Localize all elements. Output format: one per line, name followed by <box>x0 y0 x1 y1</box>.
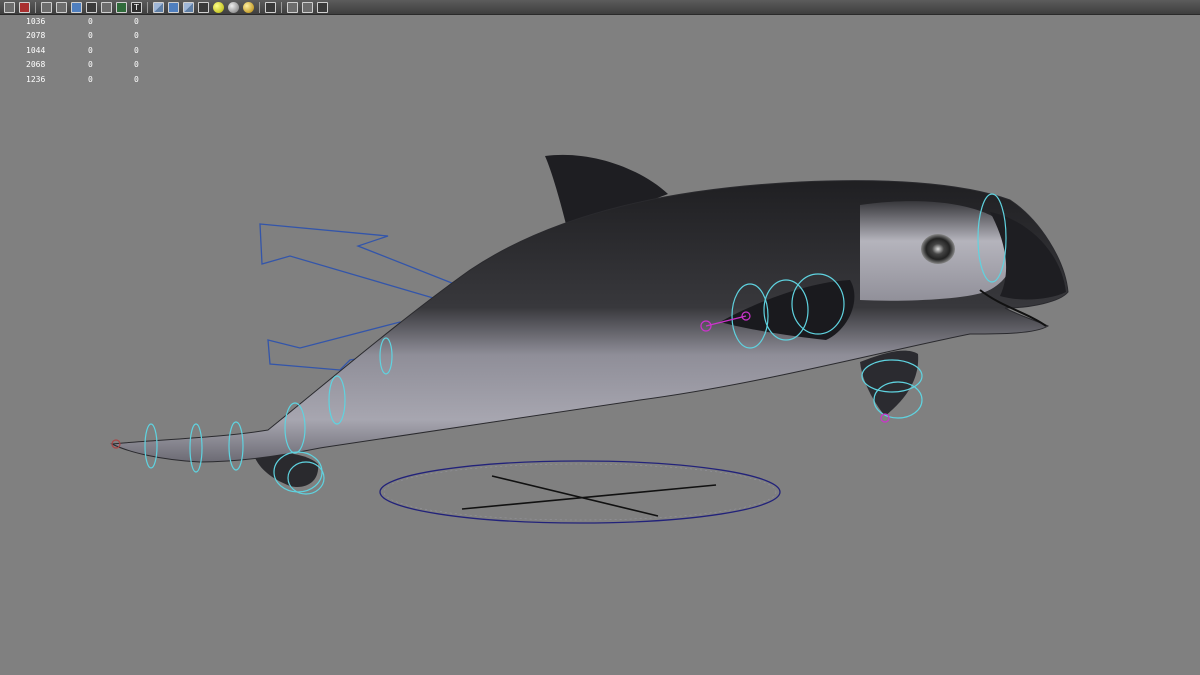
eye <box>921 234 955 264</box>
ground-cross-line <box>461 484 717 510</box>
ground-control[interactable] <box>379 460 781 524</box>
viewport-3d[interactable] <box>0 0 1200 675</box>
tail-fluke[interactable] <box>255 453 319 488</box>
ground-cross-line <box>491 475 659 517</box>
ground-circle-hatch <box>383 463 777 521</box>
porpoise-model[interactable] <box>110 154 1069 488</box>
ground-circle[interactable] <box>379 460 781 524</box>
